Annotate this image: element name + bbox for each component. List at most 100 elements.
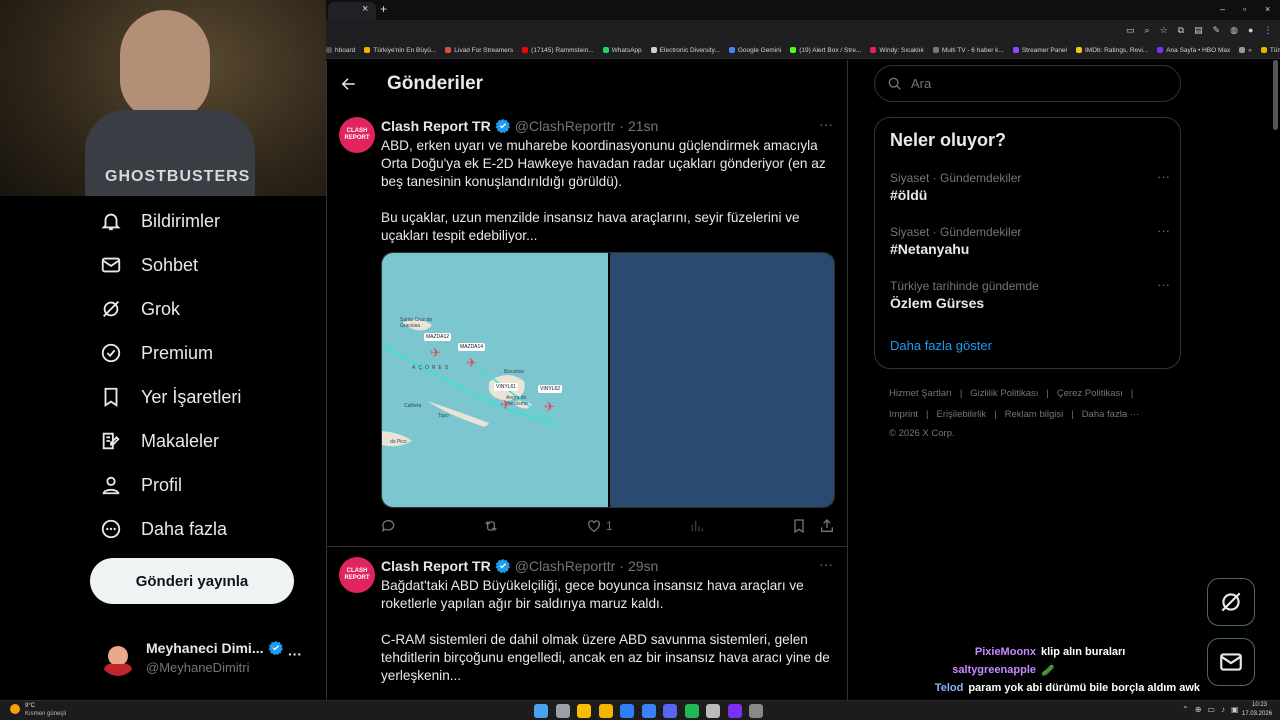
map-label: Calheta [404, 403, 422, 409]
views-icon[interactable] [689, 518, 705, 534]
bookmark-item[interactable]: Windy: Sıcaklık [870, 47, 924, 54]
bookmark-item[interactable]: IMDb: Ratings, Revi... [1076, 47, 1148, 54]
shield-icon[interactable]: ◍ [1230, 25, 1238, 36]
sidebar-item-grok[interactable]: Grok [100, 298, 180, 320]
sidebar-item-yer-i̇şaretleri[interactable]: Yer İşaretleri [100, 386, 241, 408]
account-handle: @MeyhaneDimitri [146, 660, 250, 675]
taskbar-app-icon[interactable] [641, 704, 656, 718]
star-icon[interactable]: ☆ [1160, 25, 1168, 36]
bookmark-item[interactable]: » [1239, 47, 1252, 54]
cast-icon[interactable]: ▭ [1126, 25, 1135, 36]
trend-more-icon[interactable]: ··· [1157, 223, 1170, 238]
bookmark-item[interactable]: Google Gemini [728, 47, 781, 54]
tweet-avatar[interactable]: CLASH REPORT [339, 117, 375, 153]
tray-icons[interactable]: ⌃⊕▭♪▣ [1182, 705, 1245, 714]
bookmark-item[interactable]: Livad For Streamers [445, 47, 513, 54]
menu-icon[interactable]: ⋮ [1263, 25, 1272, 36]
share-icon[interactable] [819, 518, 835, 534]
bookmark-item[interactable]: Streamer Panel [1012, 47, 1067, 54]
close-window-button[interactable]: × [1265, 4, 1270, 14]
bookmark-item[interactable]: hboard [326, 47, 355, 54]
tweet-author-name[interactable]: Clash Report TR [381, 118, 491, 134]
bookmark-item[interactable]: Türkiye'nin En Büyü... [364, 47, 436, 54]
taskbar-app-icon[interactable] [706, 704, 720, 718]
tab-close-icon[interactable]: × [362, 3, 368, 15]
footer-link[interactable]: Imprint [889, 409, 918, 420]
bookmark-item[interactable]: Tüm Yer İşaretleri [1260, 47, 1280, 54]
tweet-handle[interactable]: @ClashReporttr [515, 118, 616, 134]
back-arrow-icon[interactable] [339, 75, 357, 93]
sidebar-item-daha-fazla[interactable]: Daha fazla [100, 518, 227, 540]
new-tab-button[interactable]: + [380, 2, 387, 16]
taskbar-app-icon[interactable] [620, 704, 634, 718]
maximize-button[interactable]: ▫ [1243, 4, 1246, 14]
clock-date[interactable]: 17.03.2026 [1242, 711, 1272, 717]
browser-tab[interactable] [328, 2, 376, 20]
taskbar-app-icon[interactable] [749, 704, 763, 718]
tweet-media[interactable]: Santa Cruz da Graciosa MAZDA12 MAZDA14 A… [381, 252, 835, 508]
account-switcher[interactable]: Meyhaneci Dimi... @MeyhaneDimitri ··· [100, 636, 310, 680]
chat-message: Telod param yok abi dürümü bile borçla al… [900, 682, 1200, 694]
footer-link[interactable]: Reklam bilgisi [1005, 409, 1064, 420]
post-button[interactable]: Gönderi yayınla [90, 558, 294, 604]
tweet-2[interactable]: CLASH REPORT Clash Report TR @ClashRepor… [327, 548, 847, 700]
tweet-more-icon[interactable]: ··· [819, 116, 833, 132]
bookmark-item[interactable]: Multi TV - 6 haber k... [932, 47, 1004, 54]
clock-time[interactable]: 10:23 [1252, 702, 1267, 708]
edit-icon[interactable]: ✎ [1213, 25, 1221, 36]
dark-image[interactable] [610, 253, 834, 507]
sidebar-item-profil[interactable]: Profil [100, 474, 182, 496]
bookmark-item[interactable]: Ana Sayfa • HBO Max [1157, 47, 1230, 54]
tweet-1[interactable]: CLASH REPORT Clash Report TR @ClashRepor… [327, 108, 847, 547]
show-more-link[interactable]: Daha fazla göster [890, 338, 992, 353]
tweet-avatar[interactable]: CLASH REPORT [339, 557, 375, 593]
sidebar-item-bildirimler[interactable]: Bildirimler [100, 210, 220, 232]
bookmark-item[interactable]: WhatsApp [602, 47, 642, 54]
profile-icon[interactable]: ● [1248, 25, 1253, 36]
trend-item[interactable]: Siyaset · Gündemdekiler #Netanyahu ··· [890, 223, 1170, 257]
bookmark-item[interactable]: (19) Alert Box / Stre... [790, 47, 861, 54]
trend-item[interactable]: Siyaset · Gündemdekiler #öldü ··· [890, 169, 1170, 203]
taskbar-app-icon[interactable] [555, 704, 570, 718]
page-scrollbar[interactable] [1273, 60, 1278, 130]
trend-more-icon[interactable]: ··· [1157, 169, 1170, 184]
map-image[interactable]: Santa Cruz da Graciosa MAZDA12 MAZDA14 A… [382, 253, 608, 507]
messages-fab[interactable] [1207, 638, 1255, 686]
like-icon[interactable] [586, 518, 602, 534]
bookmark-item[interactable]: (17145) Rammstein... [522, 47, 594, 54]
trend-item[interactable]: Türkiye tarihinde gündemde Özlem Gürses … [890, 277, 1170, 311]
zoom-icon[interactable]: ⌕ [1145, 25, 1150, 36]
extensions-icon[interactable]: ⧉ [1178, 25, 1184, 36]
reply-icon[interactable] [381, 518, 397, 534]
bookmark-icon[interactable] [791, 518, 807, 534]
footer-link[interactable]: Çerez Politikası [1057, 388, 1123, 399]
footer-link[interactable]: Hizmet Şartları [889, 388, 952, 399]
taskbar-app-icon[interactable] [577, 704, 591, 718]
taskbar-app-icon[interactable] [684, 704, 699, 718]
taskbar-app-icon[interactable] [663, 704, 677, 718]
webcam-overlay: GHOSTBUSTERS [0, 0, 326, 212]
footer-link[interactable]: Gizlilik Politikası [970, 388, 1038, 399]
search-box[interactable]: Ara [874, 65, 1181, 102]
taskbar-app-icon[interactable] [534, 704, 548, 718]
tweet-time[interactable]: 29sn [628, 558, 658, 574]
footer-link[interactable]: Erişilebilirlik [937, 409, 987, 420]
bookmark-item[interactable]: Electronic Diversity... [650, 47, 720, 54]
tweet-author-name[interactable]: Clash Report TR [381, 558, 491, 574]
sidebar-item-premium[interactable]: Premium [100, 342, 213, 364]
grok-fab[interactable] [1207, 578, 1255, 626]
tweet-more-icon[interactable]: ··· [819, 556, 833, 572]
tweet-time[interactable]: 21sn [628, 118, 658, 134]
repost-icon[interactable] [483, 518, 499, 534]
account-more-icon[interactable]: ··· [288, 646, 302, 662]
split-icon[interactable]: ▤ [1194, 25, 1203, 36]
aircraft-icon: ✈ [500, 397, 511, 412]
taskbar-app-icon[interactable] [598, 704, 613, 718]
tweet-handle[interactable]: @ClashReporttr [515, 558, 616, 574]
taskbar-app-icon[interactable] [727, 704, 742, 718]
sidebar-item-makaleler[interactable]: Makaleler [100, 430, 219, 452]
minimize-button[interactable]: – [1220, 4, 1225, 14]
trend-more-icon[interactable]: ··· [1157, 277, 1170, 292]
footer-link[interactable]: Daha fazla ··· [1082, 409, 1140, 420]
sidebar-item-sohbet[interactable]: Sohbet [100, 254, 198, 276]
